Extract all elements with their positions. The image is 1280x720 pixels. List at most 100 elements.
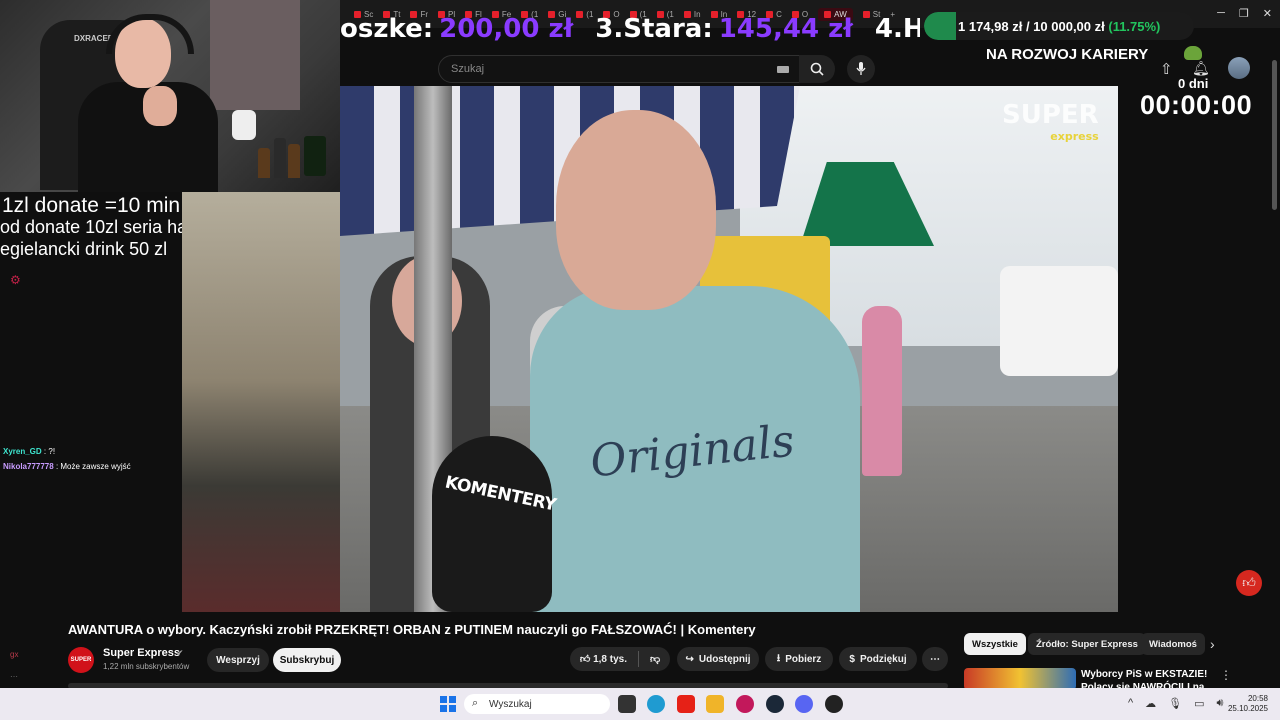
subscriber-count: 1,22 mln subskrybentów bbox=[103, 662, 190, 671]
van bbox=[1000, 266, 1118, 376]
thanks-label: Podziękuj bbox=[859, 653, 907, 665]
goal-percent: (11.75%) bbox=[1108, 18, 1161, 34]
discord-icon[interactable] bbox=[795, 695, 813, 713]
support-button[interactable]: Wesprzyj bbox=[207, 648, 269, 672]
chat-username: Xyren_GD bbox=[3, 447, 42, 456]
chat-text: : ?! bbox=[43, 447, 56, 456]
stream-timer: 00:00:00 bbox=[1140, 90, 1253, 120]
search-input[interactable]: Szukaj bbox=[438, 55, 800, 83]
donation-goal-bar: 1 174,98 zł / 10 000,00 zł (11.75%) bbox=[924, 12, 1194, 40]
clock-date: 25.10.2025 bbox=[1227, 704, 1268, 713]
notification-bell-icon[interactable]: 🔔︎ bbox=[1192, 60, 1210, 77]
close-button[interactable]: ✕ bbox=[1263, 7, 1272, 20]
donation-ticker: oszke: 200,00 zł 3.Stara: 145,44 zł 4.He bbox=[340, 12, 920, 46]
search-placeholder: Szukaj bbox=[451, 63, 485, 75]
ticker-amount: 145,44 zł bbox=[718, 14, 853, 44]
chat-message: Nikola777778 : Może zawsze wyjść bbox=[3, 462, 131, 471]
search-icon bbox=[810, 62, 824, 76]
webcam-feed: DXRACER bbox=[0, 0, 340, 192]
man-head bbox=[556, 110, 716, 310]
more-icon: ⋯ bbox=[930, 653, 940, 665]
thanks-icon: $ bbox=[849, 653, 855, 665]
like-count: 1,8 tys. bbox=[593, 654, 627, 665]
maximize-button[interactable]: ❐ bbox=[1239, 7, 1249, 20]
subscribe-button[interactable]: Subskrybuj bbox=[273, 648, 341, 672]
share-label: Udostępnij bbox=[698, 653, 751, 665]
search-button[interactable] bbox=[799, 55, 835, 83]
search-icon: ⌕ bbox=[472, 697, 479, 709]
mug bbox=[232, 110, 256, 140]
opera-gx-icon[interactable] bbox=[736, 695, 754, 713]
subscribe-label: Subskrybuj bbox=[279, 654, 335, 666]
network-icon[interactable]: ▭ bbox=[1194, 697, 1204, 710]
like-dislike-group: 👍︎ 1,8 tys. 👎︎ bbox=[570, 647, 670, 671]
chevron-right-icon[interactable]: › bbox=[1210, 636, 1215, 652]
chat-message: Xyren_GD : ?! bbox=[3, 447, 55, 456]
share-icon: ↪ bbox=[685, 653, 694, 665]
minimize-button[interactable]: ─ bbox=[1217, 7, 1225, 20]
thumbs-down-icon: 👎︎ bbox=[650, 654, 661, 665]
settings-icon: ⚙ bbox=[10, 273, 21, 287]
ticker-label: 3.Stara: bbox=[595, 14, 713, 44]
taskbar bbox=[0, 688, 1280, 720]
download-icon: ⭳ bbox=[776, 652, 781, 664]
volume-icon[interactable]: 🔊︎ bbox=[1217, 697, 1224, 710]
voice-search-button[interactable] bbox=[847, 55, 875, 83]
microphone-icon[interactable]: 🎙︎ bbox=[1168, 697, 1182, 710]
more-icon: ⋯ bbox=[10, 672, 18, 681]
ticker-amount: 200,00 zł bbox=[439, 14, 574, 44]
person-pink bbox=[862, 306, 902, 476]
download-button[interactable]: ⭳ Pobierz bbox=[765, 647, 833, 671]
task-view-icon[interactable] bbox=[618, 695, 636, 713]
taskbar-search-placeholder: Wyszukaj bbox=[489, 699, 532, 710]
scrollbar[interactable] bbox=[1272, 60, 1277, 210]
video-title: AWANTURA o wybory. Kaczyński zrobił PRZE… bbox=[68, 622, 756, 637]
recommendation-thumbnail[interactable] bbox=[964, 668, 1076, 690]
channel-watermark: SUPER express bbox=[1002, 102, 1099, 148]
system-tray: ^ ☁ 🎙︎ ▭ 🔊︎ bbox=[1128, 697, 1223, 710]
goal-fill bbox=[924, 12, 956, 40]
chip-source[interactable]: Źródło: Super Express bbox=[1028, 633, 1146, 655]
chip-news[interactable]: Wiadomoś bbox=[1141, 633, 1205, 655]
avatar[interactable] bbox=[1228, 57, 1250, 79]
upload-icon[interactable]: ⇧ bbox=[1160, 60, 1173, 78]
thumbs-up-icon: 👍︎ bbox=[1236, 570, 1262, 596]
youtube-icon[interactable] bbox=[677, 695, 695, 713]
clock[interactable]: 20:58 25.10.2025 bbox=[1226, 694, 1268, 714]
donate-info-line: egielancki drink 50 zl bbox=[0, 239, 168, 259]
frog-emote-icon bbox=[1184, 46, 1202, 60]
obs-icon[interactable] bbox=[825, 695, 843, 713]
like-button[interactable]: 👍︎ 1,8 tys. bbox=[580, 653, 627, 665]
more-actions-button[interactable]: ⋯ bbox=[922, 647, 948, 671]
taskbar-search-input[interactable]: ⌕ Wyszukaj bbox=[464, 694, 610, 714]
support-label: Wesprzyj bbox=[216, 654, 260, 666]
video-player[interactable]: Originals KOMENTERY SUPER express bbox=[340, 86, 1118, 612]
explorer-icon[interactable] bbox=[706, 695, 724, 713]
days-counter: 0 dni bbox=[1178, 76, 1209, 91]
edge-icon[interactable] bbox=[647, 695, 665, 713]
steam-icon[interactable] bbox=[766, 695, 784, 713]
clock-time: 20:58 bbox=[1247, 694, 1268, 703]
video-left-edge bbox=[182, 192, 340, 612]
windows-start-icon[interactable] bbox=[440, 696, 456, 712]
cloud-icon[interactable]: ☁ bbox=[1145, 697, 1156, 710]
career-overlay-text: NA ROZWOJ KARIERY bbox=[986, 46, 1149, 63]
share-button[interactable]: ↪ Udostępnij bbox=[677, 647, 759, 671]
thanks-button[interactable]: $ Podziękuj bbox=[839, 647, 917, 671]
ticker-label: 4.He bbox=[874, 14, 920, 44]
chevron-up-icon[interactable]: ^ bbox=[1128, 697, 1133, 710]
curtain bbox=[210, 0, 300, 110]
recommendation-title[interactable]: Wyborcy PiS w EKSTAZIE! Polacy się NAWRÓ… bbox=[1081, 668, 1211, 688]
keyboard-icon[interactable] bbox=[777, 66, 789, 73]
thumbs-up-icon: 👍︎ bbox=[579, 654, 591, 665]
chip-all[interactable]: Wszystkie bbox=[964, 633, 1026, 655]
dislike-button[interactable]: 👎︎ bbox=[650, 653, 660, 665]
goal-current: 1 174,98 zł bbox=[958, 18, 1023, 34]
microphone-icon bbox=[856, 62, 866, 75]
microphone bbox=[432, 436, 552, 612]
channel-avatar[interactable]: SUPER bbox=[68, 647, 94, 673]
more-options-icon[interactable]: ⋮ bbox=[1220, 668, 1232, 682]
streamer-hand bbox=[143, 86, 177, 126]
channel-name[interactable]: Super Express bbox=[103, 647, 180, 659]
goal-target: / 10 000,00 zł bbox=[1025, 18, 1105, 34]
